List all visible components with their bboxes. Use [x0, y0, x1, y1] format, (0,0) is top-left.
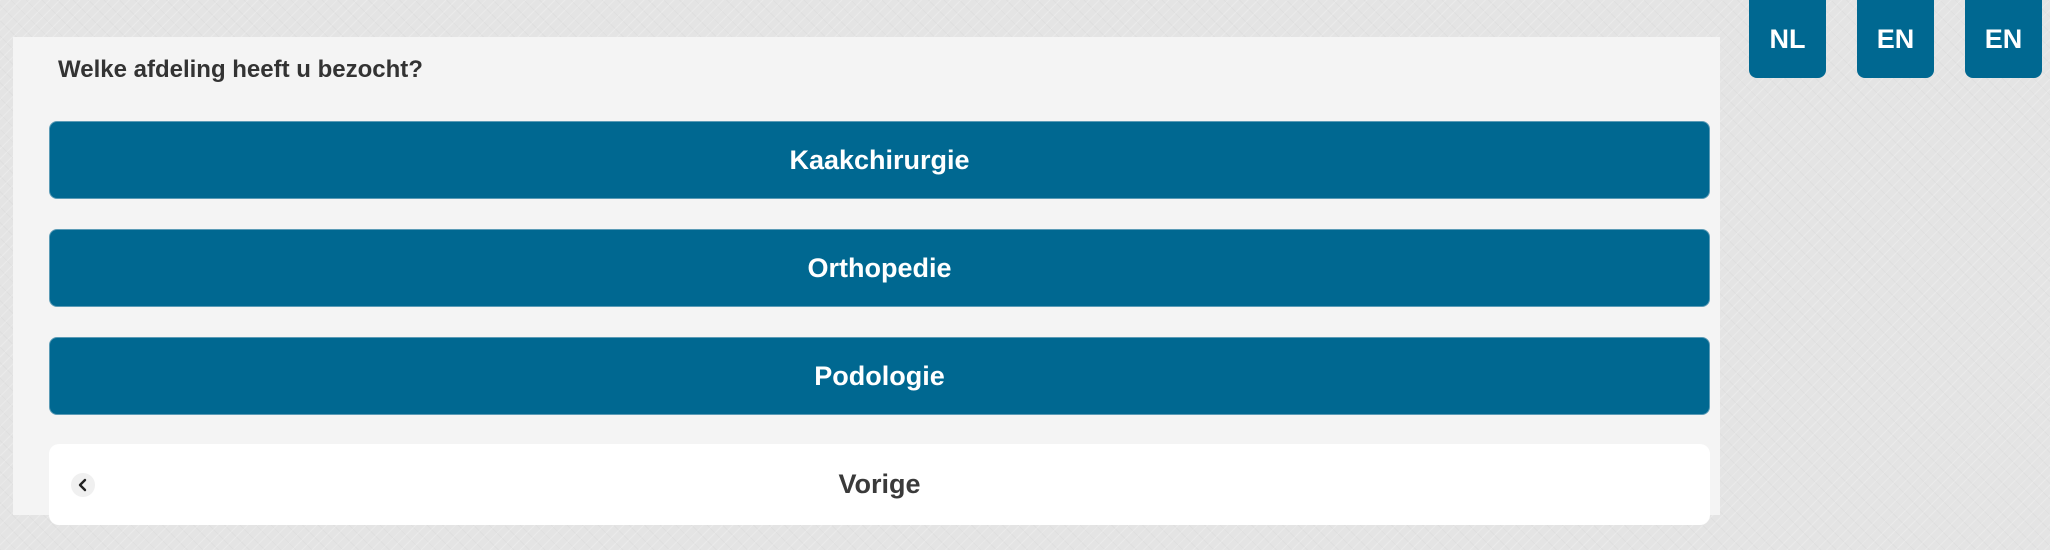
back-button-label: Vorige [838, 469, 921, 499]
option-button-orthopedie[interactable]: Orthopedie [49, 229, 1710, 307]
option-button-podologie[interactable]: Podologie [49, 337, 1710, 415]
chevron-left-icon [71, 473, 95, 497]
language-button-en[interactable]: EN [1857, 0, 1934, 78]
language-button-en-secondary[interactable]: EN [1965, 0, 2042, 78]
survey-panel: Welke afdeling heeft u bezocht? Kaakchir… [13, 37, 1720, 525]
option-button-kaakchirurgie[interactable]: Kaakchirurgie [49, 121, 1710, 199]
language-button-nl[interactable]: NL [1749, 0, 1826, 78]
question-title: Welke afdeling heeft u bezocht? [58, 56, 423, 83]
back-button[interactable]: Vorige [49, 444, 1710, 525]
